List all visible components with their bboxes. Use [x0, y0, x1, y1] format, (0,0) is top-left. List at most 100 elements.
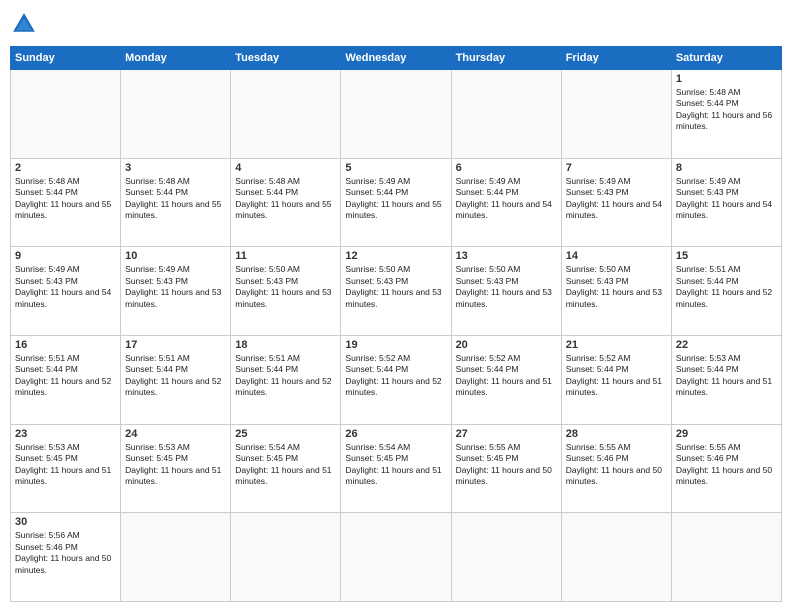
calendar-cell: 24Sunrise: 5:53 AMSunset: 5:45 PMDayligh…	[121, 424, 231, 513]
day-info: Sunrise: 5:52 AMSunset: 5:44 PMDaylight:…	[456, 353, 557, 399]
day-number: 14	[566, 250, 667, 262]
calendar-cell	[341, 70, 451, 159]
calendar-week-row: 23 Sunrise: 5:53 AMSunset: 5:45 PMDayligh…	[11, 424, 782, 513]
day-info: Sunrise: 5:55 AMSunset: 5:46 PMDaylight:…	[566, 442, 667, 488]
day-info: Sunrise: 5:55 AMSunset: 5:46 PMDaylight:…	[676, 442, 777, 488]
calendar-week-row: 1 Sunrise: 5:48 AMSunset: 5:44 PMDaylight…	[11, 70, 782, 159]
calendar-cell: 17 Sunrise: 5:51 AMSunset: 5:44 PMDayligh…	[121, 335, 231, 424]
day-number: 26	[345, 428, 446, 440]
calendar-cell: 14Sunrise: 5:50 AMSunset: 5:43 PMDayligh…	[561, 247, 671, 336]
day-number: 15	[676, 250, 777, 262]
day-info: Sunrise: 5:51 AMSunset: 5:44 PMDaylight:…	[676, 264, 777, 310]
calendar-cell: 10 Sunrise: 5:49 AMSunset: 5:43 PMDayligh…	[121, 247, 231, 336]
calendar-cell: 16 Sunrise: 5:51 AMSunset: 5:44 PMDayligh…	[11, 335, 121, 424]
calendar-cell: 27Sunrise: 5:55 AMSunset: 5:45 PMDayligh…	[451, 424, 561, 513]
calendar-cell	[451, 513, 561, 602]
calendar-cell	[561, 513, 671, 602]
day-number: 10	[125, 250, 226, 262]
calendar-cell: 29 Sunrise: 5:55 AMSunset: 5:46 PMDayligh…	[671, 424, 781, 513]
calendar-cell: 28 Sunrise: 5:55 AMSunset: 5:46 PMDayligh…	[561, 424, 671, 513]
day-number: 5	[345, 162, 446, 174]
calendar-cell: 25 Sunrise: 5:54 AMSunset: 5:45 PMDayligh…	[231, 424, 341, 513]
weekday-header-saturday: Saturday	[671, 47, 781, 70]
calendar-cell: 8Sunrise: 5:49 AMSunset: 5:43 PMDaylight…	[671, 158, 781, 247]
day-info: Sunrise: 5:50 AMSunset: 5:43 PMDaylight:…	[345, 264, 446, 310]
calendar-cell	[231, 70, 341, 159]
day-info: Sunrise: 5:50 AMSunset: 5:43 PMDaylight:…	[235, 264, 336, 310]
day-info: Sunrise: 5:54 AMSunset: 5:45 PMDaylight:…	[345, 442, 446, 488]
weekday-header-wednesday: Wednesday	[341, 47, 451, 70]
calendar-cell: 21Sunrise: 5:52 AMSunset: 5:44 PMDayligh…	[561, 335, 671, 424]
calendar-cell: 11 Sunrise: 5:50 AMSunset: 5:43 PMDayligh…	[231, 247, 341, 336]
calendar-cell: 3Sunrise: 5:48 AMSunset: 5:44 PMDaylight…	[121, 158, 231, 247]
day-number: 1	[676, 73, 777, 85]
weekday-header-sunday: Sunday	[11, 47, 121, 70]
calendar-cell: 6 Sunrise: 5:49 AMSunset: 5:44 PMDaylight…	[451, 158, 561, 247]
day-number: 2	[15, 162, 116, 174]
day-info: Sunrise: 5:54 AMSunset: 5:45 PMDaylight:…	[235, 442, 336, 488]
day-info: Sunrise: 5:49 AMSunset: 5:44 PMDaylight:…	[456, 176, 557, 222]
day-info: Sunrise: 5:51 AMSunset: 5:44 PMDaylight:…	[125, 353, 226, 399]
day-info: Sunrise: 5:49 AMSunset: 5:43 PMDaylight:…	[125, 264, 226, 310]
calendar-week-row: 2 Sunrise: 5:48 AMSunset: 5:44 PMDaylight…	[11, 158, 782, 247]
calendar-cell: 7Sunrise: 5:49 AMSunset: 5:43 PMDaylight…	[561, 158, 671, 247]
weekday-header-tuesday: Tuesday	[231, 47, 341, 70]
weekday-header-row: SundayMondayTuesdayWednesdayThursdayFrid…	[11, 47, 782, 70]
calendar-cell	[341, 513, 451, 602]
calendar-table: SundayMondayTuesdayWednesdayThursdayFrid…	[10, 46, 782, 602]
day-info: Sunrise: 5:52 AMSunset: 5:44 PMDaylight:…	[566, 353, 667, 399]
day-number: 8	[676, 162, 777, 174]
calendar-cell: 23 Sunrise: 5:53 AMSunset: 5:45 PMDayligh…	[11, 424, 121, 513]
calendar-cell	[231, 513, 341, 602]
day-number: 17	[125, 339, 226, 351]
day-info: Sunrise: 5:53 AMSunset: 5:45 PMDaylight:…	[125, 442, 226, 488]
calendar-cell: 9 Sunrise: 5:49 AMSunset: 5:43 PMDaylight…	[11, 247, 121, 336]
weekday-header-thursday: Thursday	[451, 47, 561, 70]
day-number: 25	[235, 428, 336, 440]
calendar-cell	[121, 513, 231, 602]
calendar-week-row: 30 Sunrise: 5:56 AMSunset: 5:46 PMDayligh…	[11, 513, 782, 602]
calendar-cell: 20Sunrise: 5:52 AMSunset: 5:44 PMDayligh…	[451, 335, 561, 424]
day-number: 23	[15, 428, 116, 440]
day-number: 3	[125, 162, 226, 174]
day-info: Sunrise: 5:55 AMSunset: 5:45 PMDaylight:…	[456, 442, 557, 488]
day-info: Sunrise: 5:49 AMSunset: 5:43 PMDaylight:…	[15, 264, 116, 310]
day-info: Sunrise: 5:48 AMSunset: 5:44 PMDaylight:…	[235, 176, 336, 222]
logo	[10, 10, 42, 38]
calendar-cell: 2Sunrise: 5:48 AMSunset: 5:44 PMDaylight…	[11, 158, 121, 247]
day-number: 13	[456, 250, 557, 262]
calendar-cell: 4Sunrise: 5:48 AMSunset: 5:44 PMDaylight…	[231, 158, 341, 247]
day-number: 30	[15, 516, 116, 528]
day-info: Sunrise: 5:49 AMSunset: 5:43 PMDaylight:…	[566, 176, 667, 222]
calendar-cell: 22 Sunrise: 5:53 AMSunset: 5:44 PMDayligh…	[671, 335, 781, 424]
day-info: Sunrise: 5:48 AMSunset: 5:44 PMDaylight:…	[676, 87, 777, 133]
day-info: Sunrise: 5:51 AMSunset: 5:44 PMDaylight:…	[15, 353, 116, 399]
day-info: Sunrise: 5:51 AMSunset: 5:44 PMDaylight:…	[235, 353, 336, 399]
calendar-cell	[121, 70, 231, 159]
calendar-cell: 1 Sunrise: 5:48 AMSunset: 5:44 PMDaylight…	[671, 70, 781, 159]
day-number: 16	[15, 339, 116, 351]
day-number: 29	[676, 428, 777, 440]
calendar-cell	[11, 70, 121, 159]
day-number: 28	[566, 428, 667, 440]
day-info: Sunrise: 5:52 AMSunset: 5:44 PMDaylight:…	[345, 353, 446, 399]
calendar-cell: 26 Sunrise: 5:54 AMSunset: 5:45 PMDayligh…	[341, 424, 451, 513]
day-number: 6	[456, 162, 557, 174]
day-number: 19	[345, 339, 446, 351]
calendar-cell	[671, 513, 781, 602]
day-number: 22	[676, 339, 777, 351]
day-number: 11	[235, 250, 336, 262]
day-info: Sunrise: 5:53 AMSunset: 5:44 PMDaylight:…	[676, 353, 777, 399]
calendar-cell: 5Sunrise: 5:49 AMSunset: 5:44 PMDaylight…	[341, 158, 451, 247]
calendar-week-row: 9 Sunrise: 5:49 AMSunset: 5:43 PMDaylight…	[11, 247, 782, 336]
weekday-header-monday: Monday	[121, 47, 231, 70]
day-info: Sunrise: 5:53 AMSunset: 5:45 PMDaylight:…	[15, 442, 116, 488]
calendar-cell: 18Sunrise: 5:51 AMSunset: 5:44 PMDayligh…	[231, 335, 341, 424]
weekday-header-friday: Friday	[561, 47, 671, 70]
calendar-cell	[561, 70, 671, 159]
day-info: Sunrise: 5:56 AMSunset: 5:46 PMDaylight:…	[15, 530, 116, 576]
calendar-cell: 15 Sunrise: 5:51 AMSunset: 5:44 PMDayligh…	[671, 247, 781, 336]
day-info: Sunrise: 5:50 AMSunset: 5:43 PMDaylight:…	[456, 264, 557, 310]
header	[10, 10, 782, 38]
day-number: 9	[15, 250, 116, 262]
